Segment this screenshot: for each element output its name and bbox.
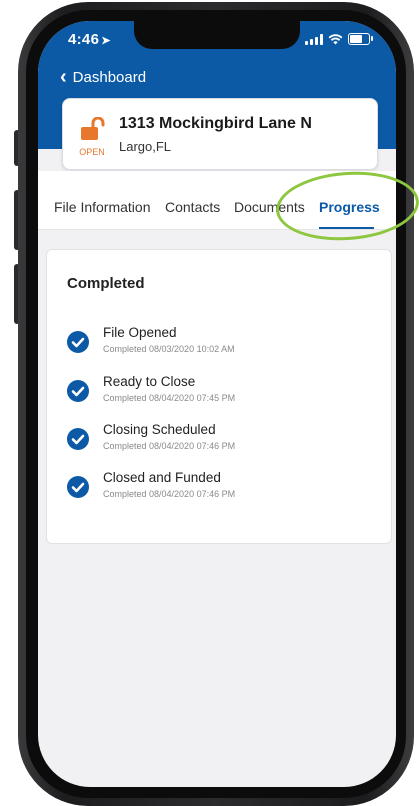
- progress-step: Closed and Funded Completed 08/04/2020 0…: [67, 470, 367, 510]
- tab-contacts[interactable]: Contacts: [165, 199, 220, 215]
- signal-icon: [305, 33, 323, 45]
- check-circle-icon: [67, 476, 89, 498]
- property-address: 1313 Mockingbird Lane N: [119, 115, 312, 132]
- location-arrow-icon: ➤: [101, 35, 111, 47]
- check-circle-icon: [67, 331, 89, 353]
- step-subtitle: Completed 08/04/2020 07:45 PM: [103, 393, 236, 403]
- unlocked-padlock-icon: [81, 116, 105, 140]
- status-time: 4:46 ➤: [68, 31, 111, 48]
- battery-icon: [348, 33, 373, 45]
- open-status: OPEN: [75, 116, 109, 157]
- property-city: Largo,FL: [119, 139, 172, 154]
- status-bar: 4:46 ➤: [38, 21, 396, 57]
- step-title: File Opened: [103, 325, 177, 340]
- wifi-icon: [328, 33, 343, 44]
- back-to-dashboard-button[interactable]: ‹ Dashboard: [60, 67, 146, 87]
- step-subtitle: Completed 08/03/2020 10:02 AM: [103, 344, 235, 354]
- status-icons: [305, 33, 373, 45]
- step-title: Closing Scheduled: [103, 422, 216, 437]
- property-card[interactable]: OPEN 1313 Mockingbird Lane N Largo,FL: [62, 98, 378, 170]
- chevron-left-icon: ‹: [60, 66, 67, 88]
- section-title: Completed: [67, 275, 145, 292]
- phone-notch: [134, 21, 300, 49]
- progress-step: File Opened Completed 08/03/2020 10:02 A…: [67, 325, 367, 365]
- clock-text: 4:46: [68, 31, 100, 48]
- tab-file-information[interactable]: File Information: [54, 199, 150, 215]
- back-label: Dashboard: [72, 68, 147, 86]
- step-subtitle: Completed 08/04/2020 07:46 PM: [103, 441, 236, 451]
- check-circle-icon: [67, 428, 89, 450]
- step-subtitle: Completed 08/04/2020 07:46 PM: [103, 489, 236, 499]
- step-title: Closed and Funded: [103, 470, 221, 485]
- progress-step: Closing Scheduled Completed 08/04/2020 0…: [67, 422, 367, 462]
- step-title: Ready to Close: [103, 374, 196, 389]
- progress-step: Ready to Close Completed 08/04/2020 07:4…: [67, 374, 367, 414]
- check-circle-icon: [67, 380, 89, 402]
- status-label: OPEN: [79, 147, 105, 157]
- app-screen: 4:46 ➤ ‹ Dashboard OPEN 1313 Mockingbird…: [38, 21, 396, 787]
- progress-card: Completed File Opened Completed 08/03/20…: [46, 249, 392, 544]
